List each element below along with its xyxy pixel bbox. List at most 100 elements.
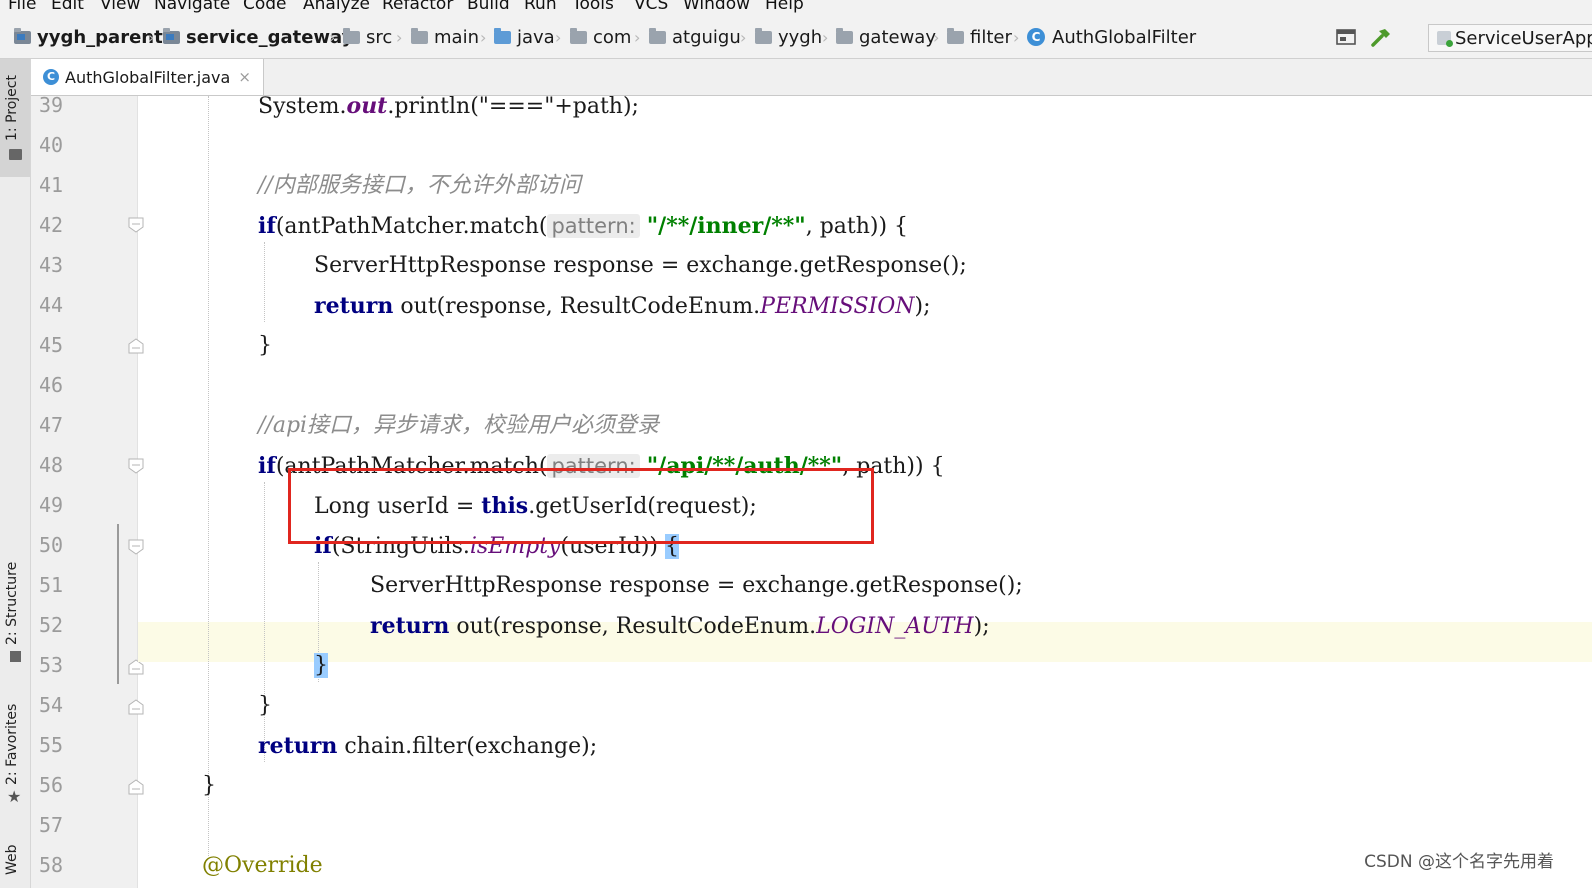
line-number[interactable]: 52 (39, 613, 79, 637)
class-icon: C (1027, 28, 1045, 46)
breadcrumb-main[interactable]: main (411, 25, 479, 49)
code-line-43: ServerHttpResponse response = exchange.g… (314, 253, 967, 278)
line-number[interactable]: 47 (39, 413, 79, 437)
menu-analyze[interactable]: Analyze (303, 0, 370, 14)
line-number[interactable]: 50 (39, 533, 79, 557)
breadcrumb-com[interactable]: com (570, 25, 631, 49)
menu-refactor[interactable]: Refactor (382, 0, 453, 14)
breadcrumb-atguigu[interactable]: atguigu (649, 25, 741, 49)
line-number[interactable]: 49 (39, 493, 79, 517)
line-number[interactable]: 42 (39, 213, 79, 237)
line-number[interactable]: 55 (39, 733, 79, 757)
code-line-54: } (258, 693, 272, 718)
menu-vcs[interactable]: VCS (634, 0, 668, 14)
package-icon (947, 27, 964, 44)
run-config-icon (1437, 31, 1453, 47)
folder-icon (343, 27, 360, 44)
highlight-annotation-box (288, 468, 874, 544)
line-number[interactable]: 58 (39, 853, 79, 877)
code-line-45: } (258, 333, 272, 358)
breadcrumb-auth-global-filter[interactable]: C AuthGlobalFilter (1027, 25, 1196, 49)
chevron-right-icon: › (822, 28, 829, 47)
menu-file[interactable]: File (8, 0, 36, 14)
code-line-44: return out(response, ResultCodeEnum.PERM… (314, 293, 931, 319)
navigation-bar: yygh_parent › service_gateway › src › ma… (0, 16, 1592, 59)
chevron-right-icon: › (396, 28, 403, 47)
menu-navigate[interactable]: Navigate (154, 0, 230, 14)
structure-tool-tab[interactable]: 2: Structure (0, 559, 30, 679)
code-line-39: System.out.println("==="+path); (258, 96, 639, 119)
source-folder-icon (494, 27, 511, 44)
line-number[interactable]: 45 (39, 333, 79, 357)
line-number[interactable]: 43 (39, 253, 79, 277)
code-line-42: if(antPathMatcher.match(pattern: "/**/in… (258, 213, 909, 239)
chevron-right-icon: › (555, 28, 562, 47)
close-icon[interactable]: × (238, 68, 251, 86)
code-line-55: return chain.filter(exchange); (258, 733, 598, 759)
watermark: CSDN @这个名字先用着 (1364, 852, 1554, 872)
class-icon: C (43, 69, 59, 85)
code-line-51: ServerHttpResponse response = exchange.g… (370, 573, 1023, 598)
build-hammer-icon[interactable] (1370, 26, 1392, 52)
editor-gutter: 39 40 41 42 43 44 45 46 47 48 49 50 51 5… (31, 93, 138, 888)
breadcrumb-src[interactable]: src (343, 25, 392, 49)
chevron-right-icon: › (1013, 28, 1020, 47)
scope-indicator (117, 524, 119, 684)
breadcrumb-filter[interactable]: filter (947, 25, 1012, 49)
code-line-41: //内部服务接口，不允许外部访问 (258, 173, 581, 198)
module-folder-icon (163, 27, 180, 44)
folder-icon (9, 149, 22, 160)
line-number[interactable]: 48 (39, 453, 79, 477)
breadcrumb-service-gateway[interactable]: service_gateway (163, 25, 353, 49)
line-number[interactable]: 56 (39, 773, 79, 797)
code-line-56: } (202, 773, 216, 798)
menu-help[interactable]: Help (765, 0, 804, 14)
line-number[interactable]: 39 (39, 93, 79, 117)
editor-tab-bar: C AuthGlobalFilter.java × (31, 59, 1592, 96)
menu-view[interactable]: View (100, 0, 140, 14)
run-configuration-selector[interactable]: ServiceUserApp (1428, 24, 1592, 52)
breadcrumb-yygh-parent[interactable]: yygh_parent (14, 25, 163, 49)
structure-icon (10, 651, 21, 662)
favorites-tool-tab[interactable]: 2: Favorites ★ (0, 691, 30, 811)
line-number[interactable]: 57 (39, 813, 79, 837)
chevron-right-icon: › (634, 28, 641, 47)
web-tool-tab[interactable]: Web (0, 827, 30, 887)
indent-guide (264, 242, 265, 322)
breadcrumb-gateway[interactable]: gateway (836, 25, 936, 49)
menu-build[interactable]: Build (467, 0, 510, 14)
line-number[interactable]: 54 (39, 693, 79, 717)
line-number[interactable]: 40 (39, 133, 79, 157)
menu-code[interactable]: Code (243, 0, 287, 14)
chevron-right-icon: › (933, 28, 940, 47)
indent-guide (208, 96, 209, 856)
line-number[interactable]: 51 (39, 573, 79, 597)
code-line-58: @Override (202, 853, 323, 878)
code-line-53: } (314, 653, 328, 678)
menu-edit[interactable]: Edit (51, 0, 84, 14)
folder-icon (411, 27, 428, 44)
line-number[interactable]: 44 (39, 293, 79, 317)
code-line-52: return out(response, ResultCodeEnum.LOGI… (370, 613, 990, 639)
package-icon (836, 27, 853, 44)
chevron-right-icon: › (148, 28, 155, 47)
module-folder-icon (14, 27, 31, 44)
left-tool-strip: 1: Project 2: Structure 2: Favorites ★ W… (0, 59, 31, 888)
menu-window[interactable]: Window (683, 0, 750, 14)
breadcrumb-yygh[interactable]: yygh (755, 25, 822, 49)
window-layout-icon[interactable] (1336, 29, 1356, 49)
menu-run[interactable]: Run (524, 0, 557, 14)
line-number[interactable]: 41 (39, 173, 79, 197)
chevron-right-icon: › (480, 28, 487, 47)
project-tool-tab[interactable]: 1: Project (0, 59, 30, 177)
line-number[interactable]: 53 (39, 653, 79, 677)
line-number[interactable]: 46 (39, 373, 79, 397)
code-line-47: //api接口，异步请求，校验用户必须登录 (258, 413, 660, 438)
chevron-right-icon: › (329, 28, 336, 47)
menu-tools[interactable]: Tools (572, 0, 614, 14)
chevron-right-icon: › (740, 28, 747, 47)
tab-auth-global-filter[interactable]: C AuthGlobalFilter.java × (31, 59, 264, 95)
tab-label: AuthGlobalFilter.java (65, 67, 231, 87)
star-icon: ★ (7, 787, 22, 806)
breadcrumb-java[interactable]: java (494, 25, 555, 49)
